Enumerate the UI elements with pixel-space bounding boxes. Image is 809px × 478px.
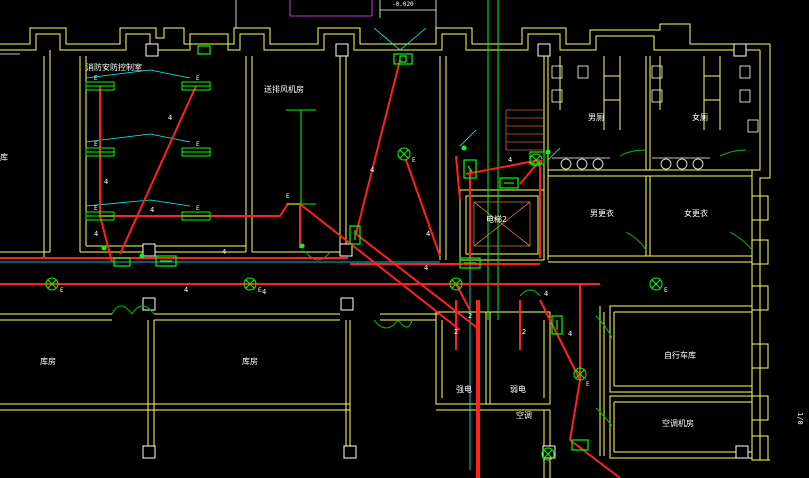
fluorescent-lamps [85, 81, 316, 221]
frame-lines [0, 0, 437, 55]
fixture-letters: E E E E E E E E E E E E [60, 75, 668, 388]
room-label-male-washroom: 男厕 [588, 113, 604, 122]
fixture-letter: E [586, 381, 590, 388]
wire-label: 4 [150, 206, 154, 214]
room-label-female-locker: 女更衣 [684, 208, 708, 218]
wire-label: 4 [262, 288, 266, 296]
walls [0, 23, 771, 478]
exit-sign-icon [393, 53, 413, 65]
room-label-storage-left: 库房 [40, 356, 56, 366]
elevator-cab [473, 201, 531, 247]
room-label-edge-room: 库 [0, 152, 8, 162]
exit-sign-icon [499, 177, 519, 189]
wire-label: 4 [544, 290, 548, 298]
switch-icon [545, 149, 551, 155]
wire-label: 4 [568, 330, 572, 338]
room-label-dry-room: 自行车库 [664, 350, 696, 360]
magenta-marks [289, 0, 373, 17]
fixture-letter: E [196, 141, 200, 148]
room-label-fire-control: 消防安防控制室 [86, 62, 142, 72]
risers [487, 0, 499, 320]
wire-label: 2 [468, 312, 472, 320]
wire-label: 4 [370, 166, 374, 174]
fixture-letter: E [258, 287, 262, 294]
fluorescent-lamp-icon [181, 81, 211, 91]
fixture-letter: E [60, 287, 64, 294]
elevation-label: -0.020 [392, 1, 414, 8]
fixture-letter: E [664, 287, 668, 294]
fixture-letter: E [286, 193, 290, 200]
switch-icon [461, 145, 467, 151]
ceiling-lamp-icon [649, 277, 663, 291]
fluorescent-lamp-icon [181, 211, 211, 221]
fixture-letter: E [196, 75, 200, 82]
room-label-female-washroom: 女厕 [692, 112, 708, 122]
ceiling-lamp-icon [397, 147, 411, 161]
fixture-letter: E [196, 205, 200, 212]
ceiling-lamps [45, 147, 663, 461]
wire-label: 2 [522, 328, 526, 336]
fixture-letter: E [94, 205, 98, 212]
wire-label: 4 [426, 230, 430, 238]
edge-label: 1/0 [796, 412, 804, 425]
fixture-letter: E [412, 157, 416, 164]
room-label-male-locker: 男更衣 [590, 208, 614, 218]
wire-label: 4 [104, 178, 108, 186]
fixture-letter: E [94, 75, 98, 82]
room-labels: 消防安防控制室 送排风机房 电梯2 男厕 女厕 男更衣 女更衣 库房 库房 强电… [0, 62, 708, 428]
switch-icon [101, 245, 107, 251]
wire-label: 4 [94, 230, 98, 238]
room-label-shaft-a: 强电 [456, 384, 472, 394]
floor-plan-drawing: 消防安防控制室 送排风机房 电梯2 男厕 女厕 男更衣 女更衣 库房 库房 强电… [0, 0, 804, 478]
wire-label: 4 [508, 156, 512, 164]
switch-icon [139, 253, 145, 259]
fixture-letter: E [94, 141, 98, 148]
fluorescent-lamp-icon [181, 147, 211, 157]
wire-label: 4 [424, 264, 428, 272]
room-label-ac-room: 空调机房 [662, 418, 694, 428]
staircase [505, 109, 544, 151]
switch-icon [299, 243, 305, 249]
wire-label: 2 [454, 328, 458, 336]
room-label-supply-fan: 送排风机房 [264, 84, 304, 94]
room-label-shaft-b: 弱电 [510, 384, 526, 394]
room-label-ac-lower: 空调 [516, 410, 532, 420]
room-label-elevator: 电梯2 [486, 214, 507, 224]
room-label-storage-mid: 库房 [242, 356, 258, 366]
doors [111, 149, 753, 427]
wire-label: 4 [222, 248, 226, 256]
wire-count-labels: 4 4 4 4 4 4 4 4 4 4 4 4 4 2 2 2 [94, 114, 572, 338]
wire-label: 4 [184, 286, 188, 294]
exit-sign-icon [197, 45, 211, 55]
wire-label: 4 [168, 114, 172, 122]
